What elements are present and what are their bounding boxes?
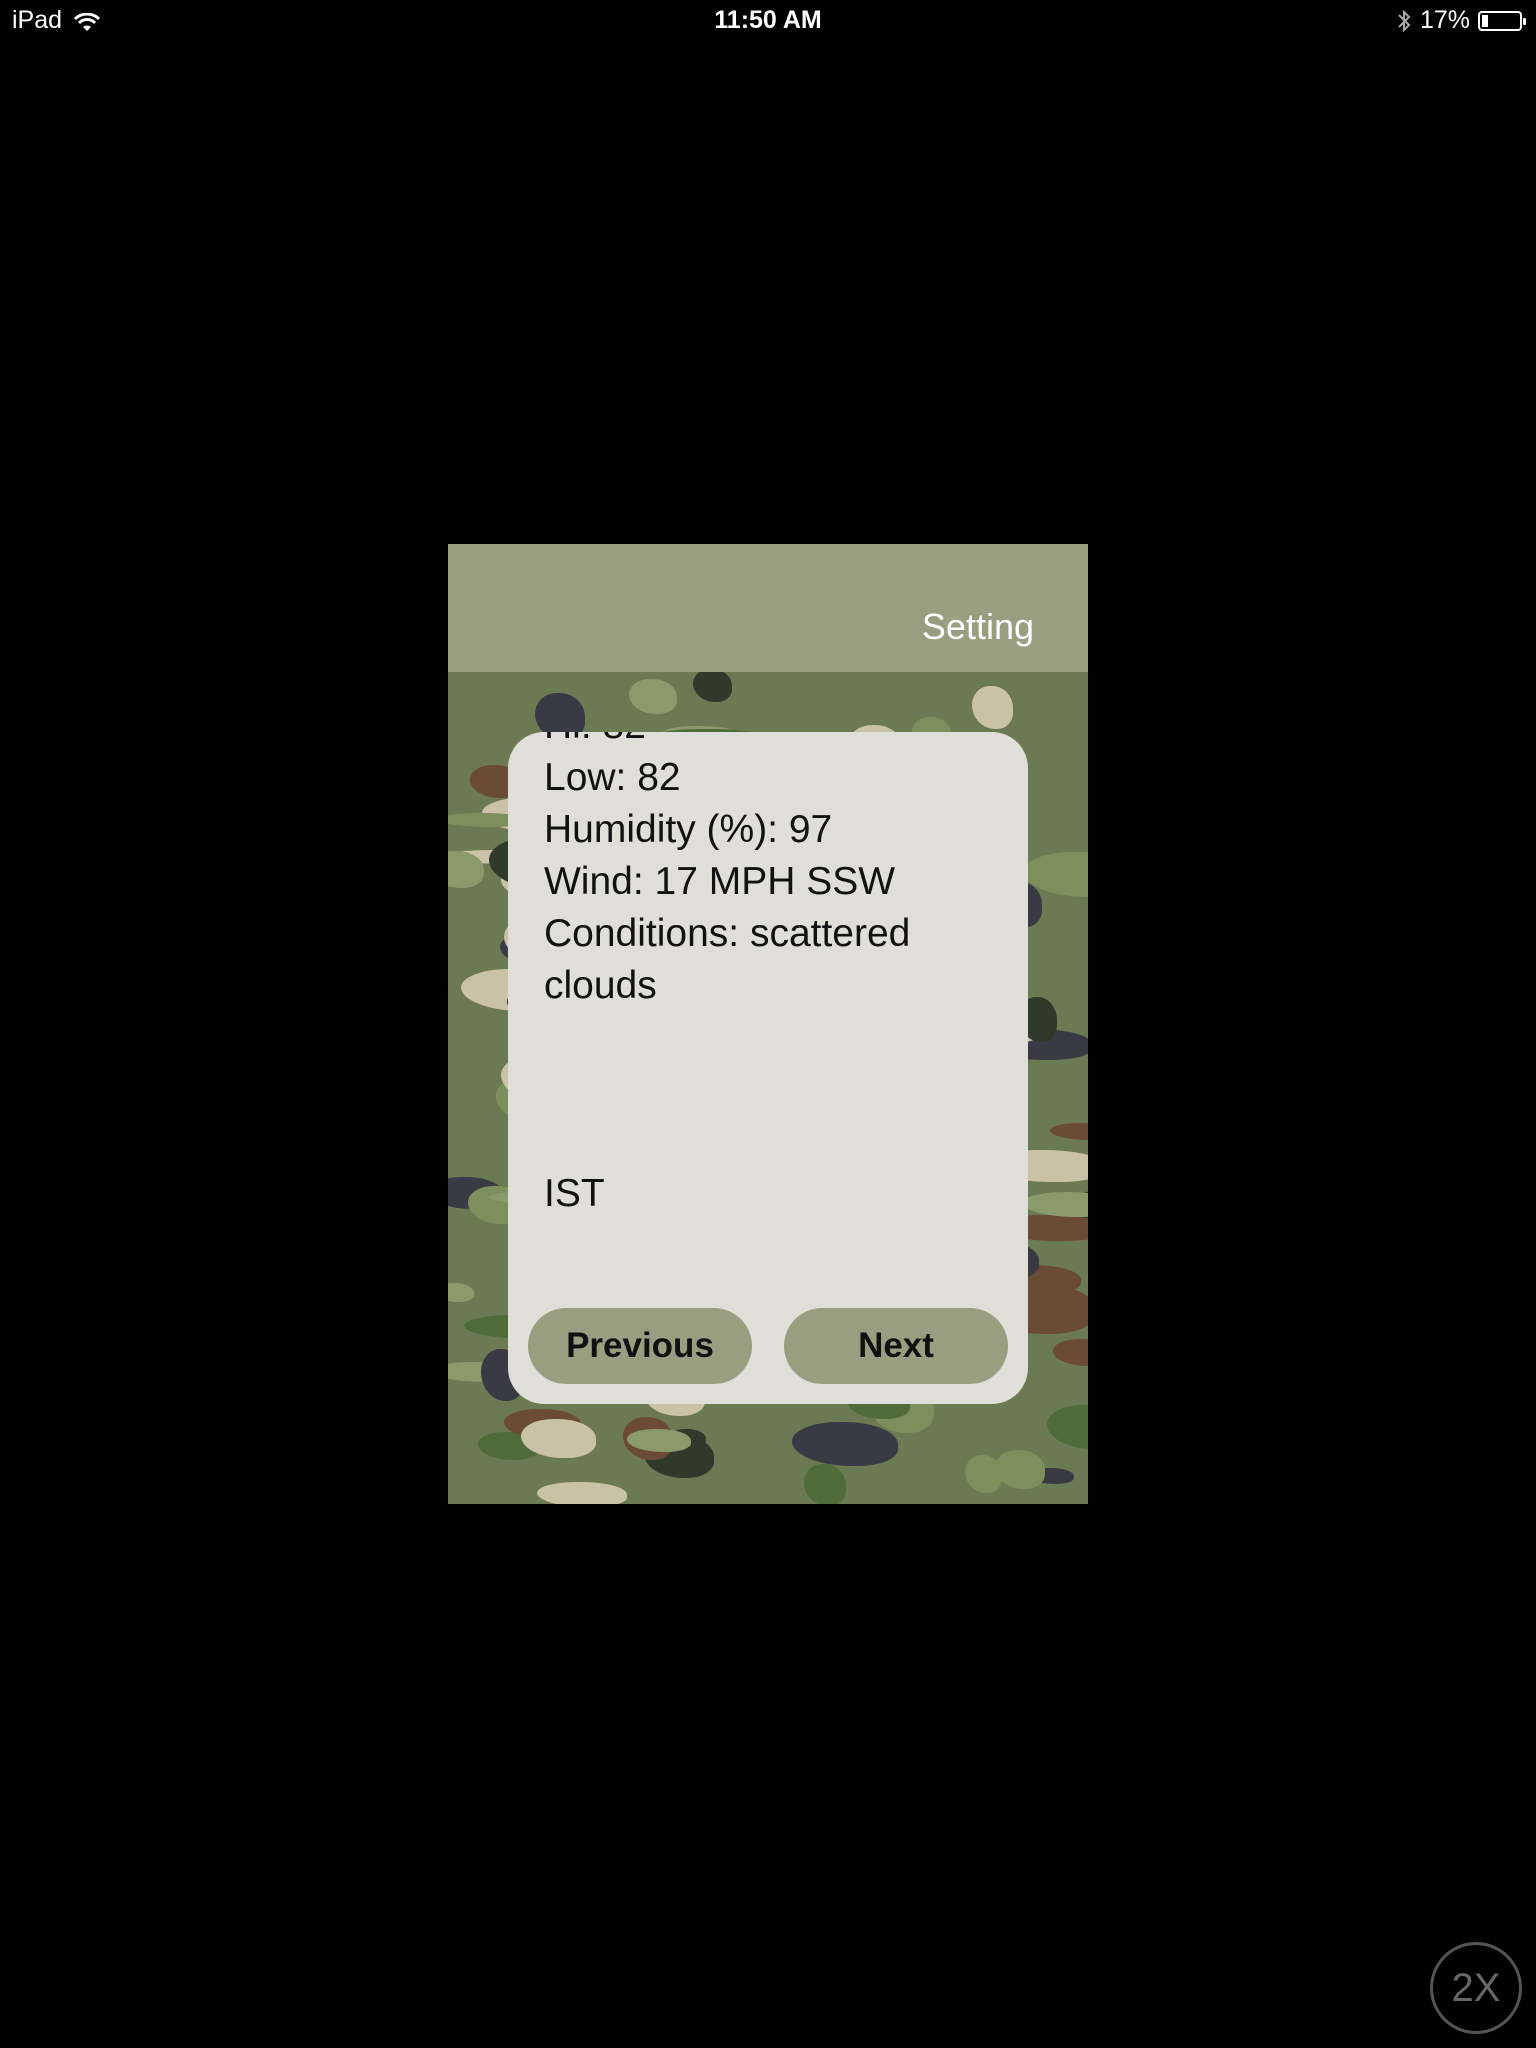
camo-blob (693, 672, 732, 702)
previous-button[interactable]: Previous (528, 1308, 752, 1384)
camo-blob (1050, 1123, 1088, 1140)
camo-blob (972, 686, 1013, 729)
conditions-line-1: Conditions: scattered (544, 912, 911, 955)
setting-button[interactable]: Setting (922, 606, 1034, 648)
weather-card: Hi: 82 Low: 82 Humidity (%): 97 Wind: 17… (508, 732, 1028, 1404)
battery-level (1482, 14, 1488, 27)
camo-blob (629, 679, 677, 714)
camo-blob (804, 1464, 846, 1504)
hi-temp: Hi: 82 (544, 732, 1004, 752)
conditions-line-2: clouds (544, 964, 657, 1007)
weather-text-scroll[interactable]: Hi: 82 Low: 82 Humidity (%): 97 Wind: 17… (544, 732, 1004, 1292)
nav-bar: Setting (448, 544, 1088, 672)
camo-blob (1047, 1405, 1088, 1449)
status-bar: iPad 11:50 AM 17% (0, 0, 1536, 40)
low-temp: Low: 82 (544, 756, 681, 799)
camo-blob (792, 1422, 898, 1466)
next-button[interactable]: Next (784, 1308, 1008, 1384)
camo-blob (537, 1482, 627, 1504)
battery-icon (1478, 10, 1526, 31)
camo-blob (1053, 1339, 1088, 1366)
wind: Wind: 17 MPH SSW (544, 860, 896, 903)
humidity: Humidity (%): 97 (544, 808, 833, 851)
camo-blob (448, 1283, 474, 1302)
clock: 11:50 AM (714, 6, 822, 34)
bluetooth-icon (1396, 8, 1412, 34)
camo-background: Hi: 82 Low: 82 Humidity (%): 97 Wind: 17… (448, 672, 1088, 1504)
battery-percent: 17% (1419, 6, 1470, 34)
app-window: Setting Hi: 82 Low: 82 Humidity (%): 97 … (448, 544, 1088, 1504)
camo-blob (965, 1455, 1002, 1493)
camo-blob (995, 1450, 1045, 1489)
camo-blob (1023, 1192, 1088, 1217)
zoom-2x-button[interactable]: 2X (1430, 1942, 1522, 2034)
timezone: IST (544, 1172, 605, 1215)
